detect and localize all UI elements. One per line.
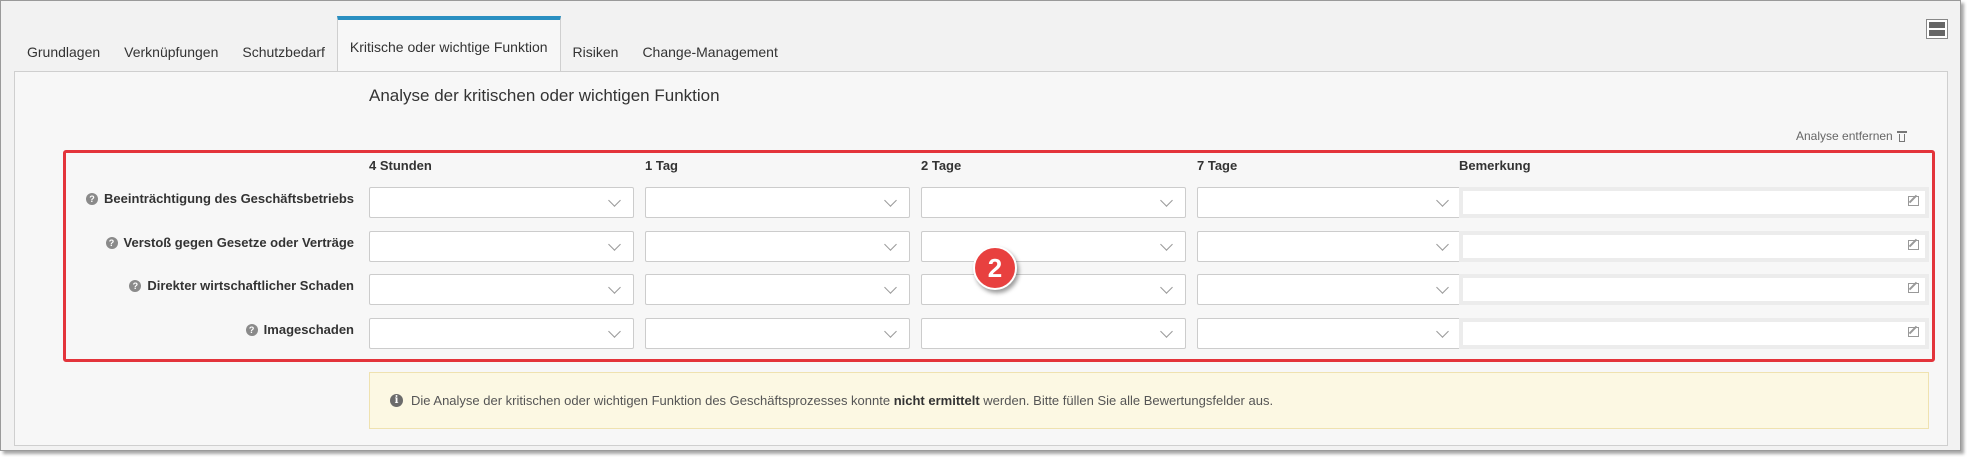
tab-grundlagen[interactable]: Grundlagen (15, 31, 112, 73)
column-header-7-tage: 7 Tage (1197, 158, 1238, 173)
chevron-down-icon (1436, 325, 1449, 338)
warning-notice: i Die Analyse der kritischen oder wichti… (369, 372, 1929, 429)
chevron-down-icon (884, 238, 897, 251)
chevron-down-icon (1160, 194, 1173, 207)
help-icon[interactable]: ? (129, 279, 142, 292)
chevron-down-icon (1436, 194, 1449, 207)
row-label: ? Direkter wirtschaftlicher Schaden (129, 278, 354, 293)
select-row1-1-tag[interactable] (645, 187, 910, 218)
tab-change-management[interactable]: Change-Management (630, 31, 789, 73)
notice-text: Die Analyse der kritischen oder wichtige… (411, 393, 1273, 408)
select-row2-7-tage[interactable] (1197, 231, 1462, 262)
column-header-4-stunden: 4 Stunden (369, 158, 432, 173)
notice-text-pre: Die Analyse der kritischen oder wichtige… (411, 393, 894, 408)
chevron-down-icon (608, 238, 621, 251)
help-icon[interactable]: ? (105, 236, 118, 249)
row-label-container: ? Beeinträchtigung des Geschäftsbetriebs (70, 191, 354, 211)
section-title: Analyse der kritischen oder wichtigen Fu… (369, 86, 720, 105)
help-icon[interactable]: ? (245, 323, 258, 336)
notice-text-post: werden. Bitte füllen Sie alle Bewertungs… (979, 393, 1274, 408)
notice-text-bold: nicht ermittelt (893, 393, 980, 408)
select-row1-4-stunden[interactable] (369, 187, 634, 218)
select-row3-1-tag[interactable] (645, 274, 910, 305)
remark-field-row1[interactable] (1459, 187, 1929, 218)
edit-icon[interactable] (1908, 196, 1919, 206)
select-row3-7-tage[interactable] (1197, 274, 1462, 305)
chevron-down-icon (1160, 238, 1173, 251)
edit-icon[interactable] (1908, 283, 1919, 293)
select-row2-4-stunden[interactable] (369, 231, 634, 262)
select-row3-4-stunden[interactable] (369, 274, 634, 305)
row-label-text: Direkter wirtschaftlicher Schaden (147, 278, 354, 293)
chevron-down-icon (608, 281, 621, 294)
chevron-down-icon (1160, 325, 1173, 338)
remark-field-row2[interactable] (1459, 231, 1929, 262)
chevron-down-icon (1436, 281, 1449, 294)
chevron-down-icon (884, 325, 897, 338)
select-row4-1-tag[interactable] (645, 318, 910, 349)
select-row1-7-tage[interactable] (1197, 187, 1462, 218)
tab-verknuepfungen[interactable]: Verknüpfungen (112, 31, 230, 73)
step-number-badge: 2 (973, 246, 1017, 290)
chevron-down-icon (608, 194, 621, 207)
select-row4-7-tage[interactable] (1197, 318, 1462, 349)
chevron-down-icon (1160, 281, 1173, 294)
tab-schutzbedarf[interactable]: Schutzbedarf (230, 31, 337, 73)
row-label-text: Verstoß gegen Gesetze oder Verträge (123, 235, 354, 250)
select-row4-4-stunden[interactable] (369, 318, 634, 349)
info-icon: i (390, 394, 403, 407)
row-label-text: Beeinträchtigung des Geschäftsbetriebs (104, 191, 354, 206)
edit-icon[interactable] (1908, 327, 1919, 337)
row-label-text: Imageschaden (263, 322, 354, 337)
row-label-container: ? Direkter wirtschaftlicher Schaden (70, 278, 354, 298)
remark-field-row3[interactable] (1459, 274, 1929, 305)
chevron-down-icon (884, 194, 897, 207)
remark-field-row4[interactable] (1459, 318, 1929, 349)
chevron-down-icon (884, 281, 897, 294)
tab-bar: Grundlagen Verknüpfungen Schutzbedarf Kr… (15, 16, 790, 73)
remove-analysis-link[interactable]: Analyse entfernen (1796, 129, 1907, 143)
select-row2-2-tage[interactable] (921, 231, 1186, 262)
trash-icon (1896, 130, 1907, 142)
row-label-container: ? Imageschaden (70, 322, 354, 342)
select-row3-2-tage[interactable] (921, 274, 1186, 305)
chevron-down-icon (608, 325, 621, 338)
column-header-bemerkung: Bemerkung (1459, 158, 1531, 173)
chevron-down-icon (1436, 238, 1449, 251)
row-label: ? Beeinträchtigung des Geschäftsbetriebs (86, 191, 354, 206)
edit-icon[interactable] (1908, 240, 1919, 250)
tab-risiken[interactable]: Risiken (561, 31, 631, 73)
select-row2-1-tag[interactable] (645, 231, 910, 262)
row-label: ? Imageschaden (245, 322, 354, 337)
help-icon[interactable]: ? (86, 192, 99, 205)
column-header-2-tage: 2 Tage (921, 158, 962, 173)
tab-kritische-funktion[interactable]: Kritische oder wichtige Funktion (336, 16, 561, 73)
column-header-1-tag: 1 Tag (645, 158, 678, 173)
row-label-container: ? Verstoß gegen Gesetze oder Verträge (70, 235, 354, 255)
layout-toggle-icon[interactable] (1926, 19, 1948, 39)
remove-analysis-label: Analyse entfernen (1796, 129, 1893, 143)
row-label: ? Verstoß gegen Gesetze oder Verträge (105, 235, 354, 250)
select-row4-2-tage[interactable] (921, 318, 1186, 349)
select-row1-2-tage[interactable] (921, 187, 1186, 218)
